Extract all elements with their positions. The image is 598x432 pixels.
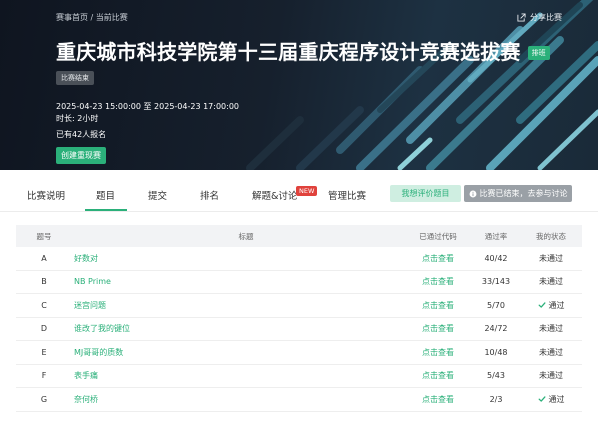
table-row: A 好数对 点击查看 40/42 未通过 — [16, 247, 582, 271]
contest-ended-discuss-button[interactable]: 比赛已结束，去参与讨论 — [464, 185, 572, 202]
title-row: 重庆城市科技学院第十三届重庆程序设计竞赛选拔赛 排班 — [56, 36, 550, 65]
info-circle-icon — [469, 190, 476, 197]
pass-rate: 40/42 — [484, 253, 508, 263]
breadcrumb-home[interactable]: 赛事首页 — [56, 13, 88, 22]
header-num: 题号 — [36, 231, 52, 241]
breadcrumb-separator: / — [90, 13, 94, 22]
problem-title-link[interactable]: MJ哥哥的质数 — [74, 341, 123, 364]
my-status: 未通过 — [528, 271, 574, 294]
status-label: 通过 — [548, 300, 565, 310]
tab-ranking[interactable]: 排名 — [200, 188, 219, 202]
view-code-link[interactable]: 点击查看 — [414, 365, 462, 388]
problem-number: C — [41, 300, 47, 310]
view-code-link[interactable]: 点击查看 — [414, 318, 462, 341]
pass-rate: 24/72 — [484, 324, 508, 334]
contest-time: 2025-04-23 15:00:00 至 2025-04-23 17:00:0… — [56, 102, 240, 111]
my-status: 通过 — [528, 294, 574, 317]
my-status: 通过 — [528, 388, 574, 411]
tab-manage-contest[interactable]: 管理比赛 — [328, 188, 366, 202]
view-code-link[interactable]: 点击查看 — [414, 247, 462, 270]
problem-title-link[interactable]: NB Prime — [74, 271, 111, 294]
status-label: 通过 — [548, 394, 565, 404]
breadcrumb-current: 当前比赛 — [95, 13, 128, 22]
check-icon — [538, 302, 546, 308]
problem-title-link[interactable]: 谁改了我的键位 — [74, 318, 130, 341]
view-code-link[interactable]: 点击查看 — [414, 271, 462, 294]
new-badge: NEW — [296, 186, 318, 196]
view-code-link[interactable]: 点击查看 — [414, 341, 462, 364]
view-code-link[interactable]: 点击查看 — [414, 388, 462, 411]
my-status: 未通过 — [528, 341, 574, 364]
tab-problems[interactable]: 题目 — [96, 188, 115, 202]
table-row: E MJ哥哥的质数 点击查看 10/48 未通过 — [16, 341, 582, 365]
registered-count: 已有42人报名 — [56, 130, 107, 139]
status-label: 未通过 — [539, 277, 563, 287]
table-row: B NB Prime 点击查看 33/143 未通过 — [16, 271, 582, 294]
title-tag: 排班 — [527, 45, 550, 60]
problem-title-link[interactable]: 表手痛 — [74, 365, 98, 388]
review-problems-button[interactable]: 我想评价题目 — [390, 185, 461, 202]
problem-table: 题号 标题 已通过代码 通过率 我的状态 A 好数对 点击查看 40/42 未通过 B NB… — [16, 225, 582, 412]
ended-label: 比赛已结束，去参与讨论 — [479, 189, 568, 198]
pass-rate: 5/43 — [487, 371, 505, 381]
problem-title-link[interactable]: 奈何桥 — [74, 388, 98, 411]
status-label: 未通过 — [539, 371, 563, 381]
view-code-link[interactable]: 点击查看 — [414, 294, 462, 317]
status-label: 未通过 — [539, 324, 563, 334]
check-icon — [538, 396, 546, 402]
tab-description[interactable]: 比赛说明 — [27, 188, 65, 202]
my-status: 未通过 — [528, 365, 574, 388]
pass-rate: 10/48 — [484, 347, 508, 357]
problem-number: A — [41, 253, 47, 263]
tab-solutions-discussion[interactable]: 解题&讨论 — [252, 188, 297, 202]
status-label: 未通过 — [539, 253, 563, 263]
contest-duration: 时长: 2小时 — [56, 114, 99, 123]
header-title: 标题 — [238, 231, 254, 241]
pass-rate: 2/3 — [489, 394, 503, 404]
pass-rate: 5/70 — [487, 300, 505, 310]
breadcrumb: 赛事首页 / 当前比赛 — [56, 12, 128, 23]
problem-number: E — [41, 347, 47, 357]
table-body: A 好数对 点击查看 40/42 未通过 B NB Prime 点击查看 33/143 未通过 C 迷… — [16, 247, 582, 412]
table-row: C 迷宫问题 点击查看 5/70 通过 — [16, 294, 582, 318]
my-status: 未通过 — [528, 247, 574, 270]
problem-number: F — [41, 371, 47, 381]
my-status: 未通过 — [528, 318, 574, 341]
table-header: 题号 标题 已通过代码 通过率 我的状态 — [16, 225, 582, 247]
share-contest-button[interactable]: 分享比赛 — [517, 12, 562, 23]
header-state: 我的状态 — [536, 231, 566, 241]
share-icon — [517, 13, 526, 22]
problem-number: B — [41, 277, 47, 287]
header-code: 已通过代码 — [419, 231, 457, 241]
table-row: F 表手痛 点击查看 5/43 未通过 — [16, 365, 582, 388]
pass-rate: 33/143 — [481, 277, 511, 287]
share-label: 分享比赛 — [530, 13, 562, 22]
status-label: 未通过 — [539, 347, 563, 357]
tabs-divider — [0, 211, 598, 212]
contest-title: 重庆城市科技学院第十三届重庆程序设计竞赛选拔赛 — [56, 40, 521, 64]
problem-title-link[interactable]: 好数对 — [74, 247, 98, 270]
problem-number: G — [40, 394, 48, 404]
contest-status-tag: 比赛结束 — [56, 71, 94, 85]
contest-banner: 赛事首页 / 当前比赛 分享比赛 重庆城市科技学院第十三届重庆程序设计竞赛选拔赛… — [0, 0, 598, 170]
table-row: G 奈何桥 点击查看 2/3 通过 — [16, 388, 582, 412]
problem-number: D — [40, 324, 48, 334]
table-row: D 谁改了我的键位 点击查看 24/72 未通过 — [16, 318, 582, 341]
header-rate: 通过率 — [484, 231, 508, 241]
tab-submissions[interactable]: 提交 — [148, 188, 167, 202]
banner-decoration — [246, 0, 598, 170]
create-replay-button[interactable]: 创建重现赛 — [56, 147, 106, 164]
problem-title-link[interactable]: 迷宫问题 — [74, 294, 106, 317]
